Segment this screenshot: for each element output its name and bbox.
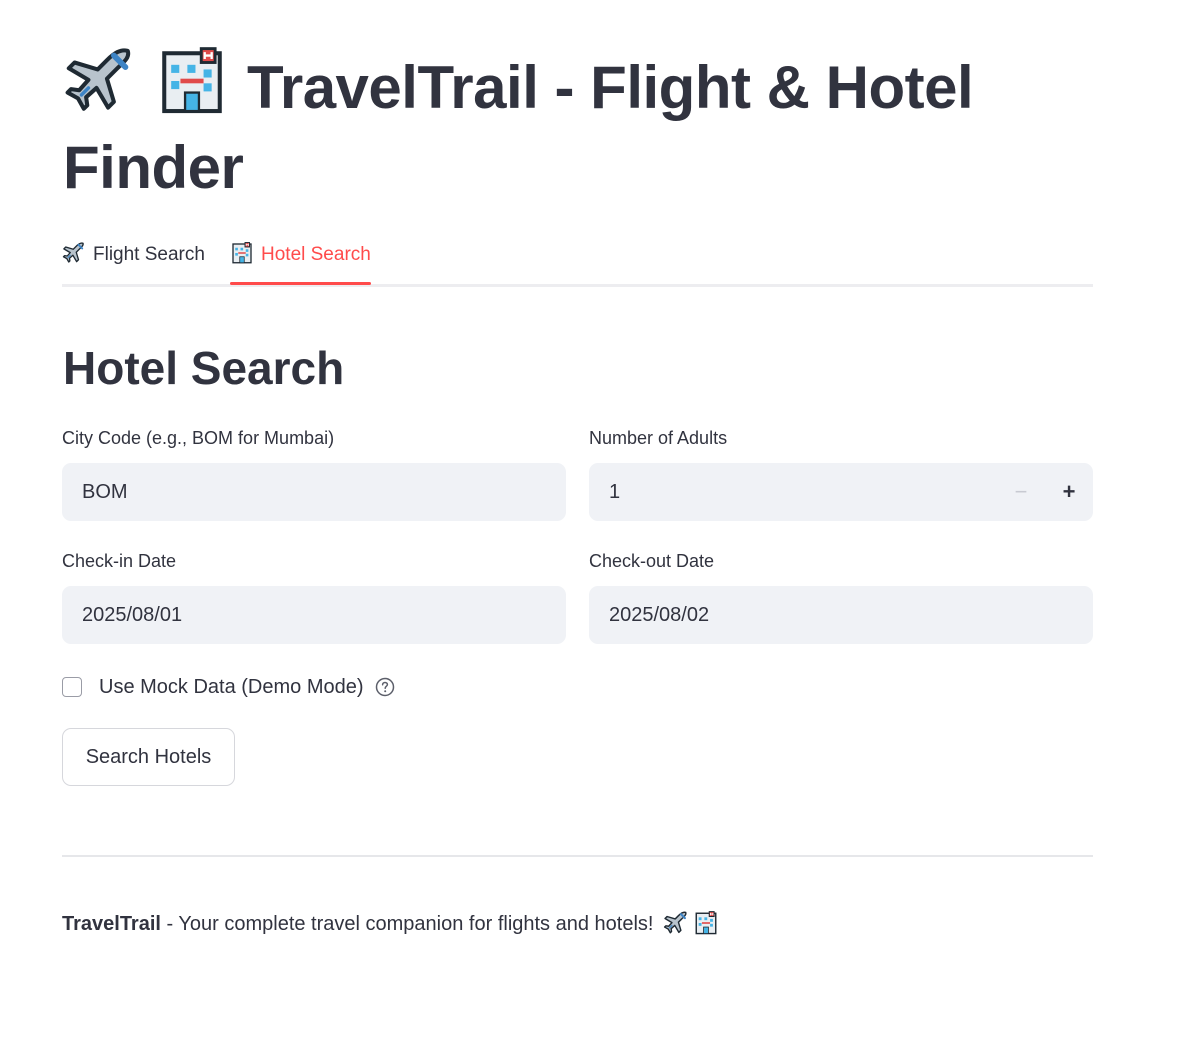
- footer-brand: TravelTrail: [62, 913, 161, 935]
- hotel-icon: [230, 241, 254, 265]
- mock-data-checkbox[interactable]: [62, 677, 82, 697]
- divider: [62, 855, 1093, 857]
- checkout-date-field: Check-out Date: [589, 550, 1093, 644]
- number-stepper: − +: [589, 463, 1093, 521]
- field-label: Check-out Date: [589, 551, 715, 571]
- decrement-button[interactable]: −: [997, 463, 1045, 521]
- mock-data-label[interactable]: Use Mock Data (Demo Mode): [99, 676, 364, 699]
- tab-bar: Flight Search Hotel Search: [62, 238, 1093, 288]
- airplane-icon: [663, 910, 689, 936]
- tab-bar-divider: [62, 284, 1093, 287]
- footer: TravelTrail - Your complete travel compa…: [62, 909, 719, 939]
- question-circle-icon[interactable]: [375, 677, 395, 697]
- input-container: [589, 586, 1093, 644]
- airplane-icon: [62, 241, 86, 265]
- city-code-field: City Code (e.g., BOM for Mumbai): [62, 427, 566, 521]
- mock-data-option: Use Mock Data (Demo Mode): [62, 673, 395, 701]
- checkin-date-input[interactable]: [62, 586, 566, 644]
- app-page: TravelTrail - Flight & Hotel Finder Flig…: [0, 0, 1200, 1062]
- hotel-icon: [155, 44, 229, 118]
- field-label: Number of Adults: [589, 428, 728, 448]
- increment-button[interactable]: +: [1045, 463, 1093, 521]
- field-label: City Code (e.g., BOM for Mumbai): [62, 428, 335, 448]
- field-label: Check-in Date: [62, 551, 177, 571]
- adults-field: Number of Adults − +: [589, 427, 1093, 521]
- input-container: [62, 463, 566, 521]
- footer-text: - Your complete travel companion for fli…: [160, 913, 654, 935]
- page-title: TravelTrail - Flight & Hotel Finder: [63, 44, 1063, 208]
- city-code-input[interactable]: [62, 463, 566, 521]
- airplane-icon: [63, 44, 137, 118]
- hotel-icon: [693, 910, 719, 936]
- tab-label: Flight Search: [93, 244, 205, 265]
- tab-label: Hotel Search: [261, 244, 371, 265]
- search-hotels-button[interactable]: Search Hotels: [62, 728, 235, 786]
- section-heading: Hotel Search: [63, 342, 345, 394]
- tab-flight-search[interactable]: Flight Search: [62, 240, 205, 284]
- checkout-date-input[interactable]: [589, 586, 1093, 644]
- input-container: [62, 586, 566, 644]
- active-tab-indicator: [230, 282, 371, 285]
- tab-hotel-search[interactable]: Hotel Search: [230, 240, 371, 285]
- checkin-date-field: Check-in Date: [62, 550, 566, 644]
